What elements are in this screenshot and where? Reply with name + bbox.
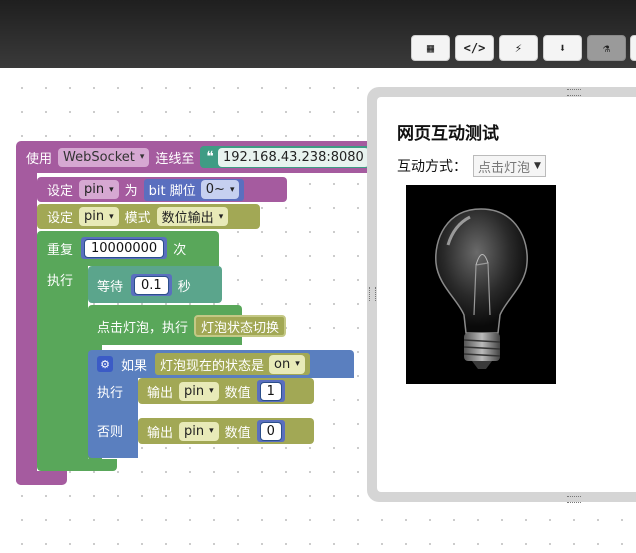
repeat-label: 重复	[47, 242, 74, 258]
websocket-use-label: 使用	[26, 151, 53, 167]
wait-label: 等待	[97, 279, 124, 295]
mode-label: 互动方式：	[397, 159, 467, 175]
bulb-state-label: 灯泡现在的状态是	[160, 358, 265, 374]
drag-handle-top[interactable]	[567, 89, 581, 96]
else-label: 否则	[97, 424, 124, 440]
repeat-count-input[interactable]: 10000000	[84, 238, 165, 258]
code-icon: </>	[463, 41, 486, 55]
wait-block[interactable]: 等待 0.1 秒	[88, 266, 222, 303]
seconds-label: 秒	[177, 279, 191, 295]
bit-pin-label: bit 脚位	[148, 184, 196, 199]
qr-code-icon: ▦	[426, 41, 435, 55]
value-label: 数值	[224, 385, 251, 401]
drag-handle-left[interactable]	[369, 287, 376, 301]
flash-button[interactable]: ⚡	[499, 35, 538, 61]
flash-icon: ⚡	[514, 41, 523, 55]
state-dropdown[interactable]: on	[269, 354, 305, 374]
output-else-block[interactable]: 输出 pin 数值 0	[138, 418, 314, 444]
pin-variable-dropdown[interactable]: pin	[79, 207, 119, 226]
connect-to-label: 连线至	[155, 151, 195, 167]
top-toolbar: ▦ </> ⚡ ⬇ ⚗	[0, 0, 636, 68]
websocket-address-input[interactable]: 192.168.43.238:8080	[217, 147, 369, 167]
chevron-down-icon: ▼	[534, 161, 541, 171]
bit-pin-dropdown[interactable]: 0~	[200, 180, 240, 199]
set-pin-block[interactable]: 设定 pin 为 bit 脚位 0~	[37, 177, 287, 202]
value-label: 数值	[224, 425, 251, 441]
as-label: 为	[124, 184, 138, 199]
code-button[interactable]: </>	[455, 35, 494, 61]
mode-dropdown[interactable]: 数位输出	[156, 207, 229, 226]
websocket-ms-label: ms	[582, 149, 602, 164]
pin-variable-dropdown[interactable]: pin	[179, 381, 219, 401]
set-label: 设定	[47, 184, 74, 199]
gear-icon[interactable]: ⚙	[97, 356, 113, 372]
set-label: 设定	[47, 211, 74, 226]
light-bulb-icon	[435, 208, 528, 369]
output-label: 输出	[147, 385, 174, 401]
download-icon: ⬇	[558, 41, 567, 55]
execute-label: 执行	[47, 273, 74, 289]
click-bulb-label: 点击灯泡，执行	[97, 320, 189, 336]
mode-label: 模式	[124, 211, 151, 226]
toggle-function-field[interactable]: 灯泡状态切换	[194, 315, 287, 337]
websocket-tail-label: 串	[620, 153, 634, 168]
set-pin-mode-block[interactable]: 设定 pin 模式 数位输出	[37, 204, 260, 229]
qr-code-button[interactable]: ▦	[411, 35, 450, 61]
times-label: 次	[173, 242, 187, 258]
flask-icon: ⚗	[602, 41, 611, 55]
then-label: 执行	[97, 385, 124, 401]
mode-select[interactable]: 点击灯泡	[478, 157, 530, 176]
pin-variable-dropdown[interactable]: pin	[79, 180, 119, 199]
dialog-title: 网页互动测试	[397, 124, 499, 144]
output-label: 输出	[147, 425, 174, 441]
output-value-input[interactable]: 1	[259, 381, 282, 401]
pin-variable-dropdown[interactable]: pin	[179, 421, 219, 441]
output-then-block[interactable]: 输出 pin 数值 1	[138, 378, 314, 404]
if-label: 如果	[121, 358, 148, 374]
string-quote-icon: ❝	[206, 149, 214, 165]
websocket-type-dropdown[interactable]: WebSocket	[58, 147, 150, 167]
flask-button[interactable]: ⚗	[587, 35, 626, 61]
toolbar-more-button[interactable]	[630, 35, 636, 61]
light-bulb-image[interactable]	[406, 185, 556, 384]
drag-handle-bottom[interactable]	[567, 496, 581, 503]
wait-seconds-input[interactable]: 0.1	[134, 275, 169, 295]
output-value-input[interactable]: 0	[259, 421, 282, 441]
download-button[interactable]: ⬇	[543, 35, 582, 61]
